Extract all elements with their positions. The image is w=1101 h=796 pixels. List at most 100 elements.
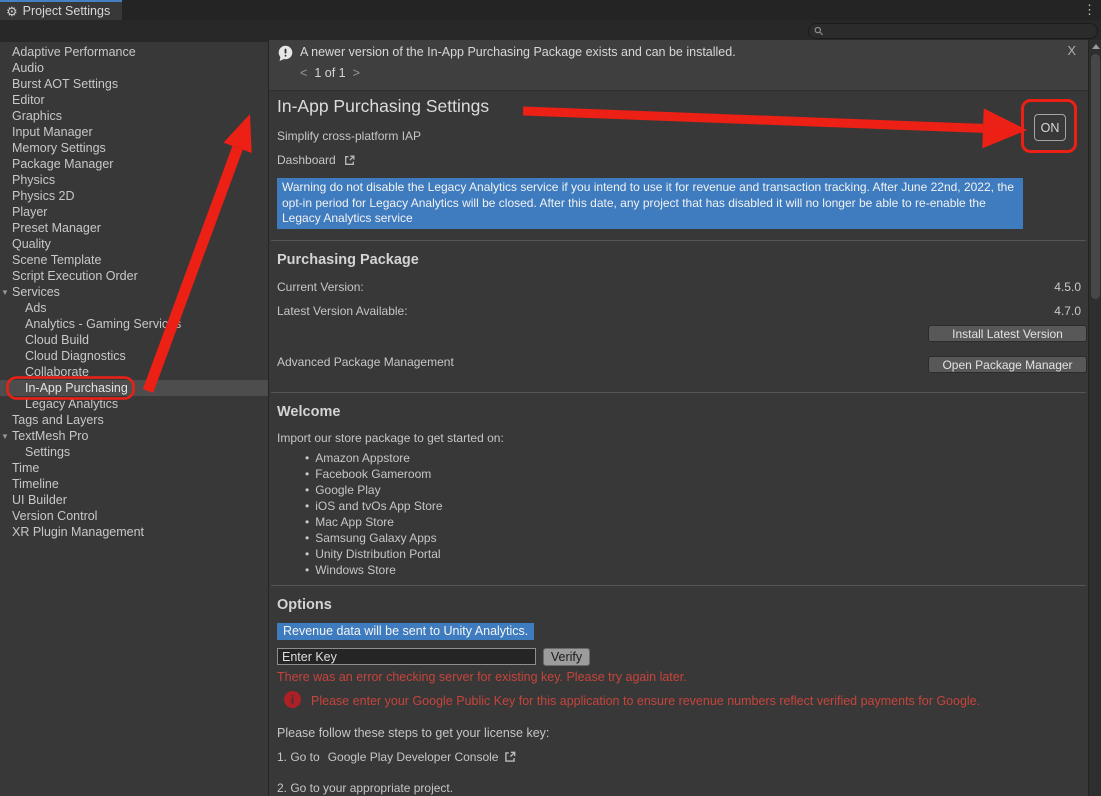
sidebar-item-time[interactable]: Time bbox=[0, 460, 268, 476]
bullet-icon: • bbox=[305, 451, 309, 465]
settings-content: In-App Purchasing Settings ON Simplify c… bbox=[269, 92, 1088, 796]
list-item: • Unity Distribution Portal bbox=[305, 546, 443, 562]
external-link-icon bbox=[343, 154, 356, 167]
bullet-icon: • bbox=[305, 547, 309, 561]
sidebar-item-audio[interactable]: Audio bbox=[0, 60, 268, 76]
service-subtitle: Simplify cross-platform IAP bbox=[277, 129, 421, 143]
pager-next-button[interactable]: > bbox=[353, 66, 360, 80]
list-item: • Samsung Galaxy Apps bbox=[305, 530, 443, 546]
sidebar-item-player[interactable]: Player bbox=[0, 204, 268, 220]
sidebar-item-script-execution-order[interactable]: Script Execution Order bbox=[0, 268, 268, 284]
list-item: • Amazon Appstore bbox=[305, 450, 443, 466]
sidebar-item-preset-manager[interactable]: Preset Manager bbox=[0, 220, 268, 236]
alert-bubble-icon bbox=[277, 45, 294, 62]
bullet-icon: • bbox=[305, 467, 309, 481]
sidebar-item-scene-template[interactable]: Scene Template bbox=[0, 252, 268, 268]
tab-bar: ⚙ Project Settings ⋮ bbox=[0, 0, 1101, 20]
gear-icon: ⚙ bbox=[6, 5, 18, 18]
options-heading: Options bbox=[277, 597, 332, 613]
notification-pager: < 1 of 1 > bbox=[300, 66, 360, 80]
step-1: 1. Go to Google Play Developer Console bbox=[277, 750, 517, 764]
bullet-icon: • bbox=[305, 563, 309, 577]
scrollbar-thumb[interactable] bbox=[1091, 54, 1100, 299]
legacy-analytics-warning: Warning do not disable the Legacy Analyt… bbox=[277, 178, 1023, 229]
list-item: • iOS and tvOs App Store bbox=[305, 498, 443, 514]
welcome-heading: Welcome bbox=[277, 404, 340, 420]
list-item: • Facebook Gameroom bbox=[305, 466, 443, 482]
sidebar-item-label: TextMesh Pro bbox=[12, 429, 88, 443]
scroll-up-arrow-icon[interactable] bbox=[1092, 44, 1100, 49]
dashboard-link-label: Dashboard bbox=[277, 153, 336, 167]
sidebar-item-in-app-purchasing[interactable]: In-App Purchasing bbox=[0, 380, 268, 396]
store-name: Unity Distribution Portal bbox=[315, 547, 440, 561]
chevron-down-icon[interactable]: ▼ bbox=[1, 429, 9, 445]
list-item: • Google Play bbox=[305, 482, 443, 498]
sidebar-item-legacy-analytics[interactable]: Legacy Analytics bbox=[0, 396, 268, 412]
vertical-scrollbar[interactable] bbox=[1088, 40, 1101, 796]
sidebar-item-analytics-gaming-services[interactable]: Analytics - Gaming Services bbox=[0, 316, 268, 332]
sidebar-item-physics[interactable]: Physics bbox=[0, 172, 268, 188]
search-field[interactable] bbox=[808, 23, 1098, 39]
install-latest-version-button[interactable]: Install Latest Version bbox=[928, 325, 1087, 342]
pager-label: 1 of 1 bbox=[314, 66, 345, 80]
external-link-icon bbox=[503, 750, 517, 764]
server-error-text: There was an error checking server for e… bbox=[277, 670, 687, 684]
sidebar-item-ui-builder[interactable]: UI Builder bbox=[0, 492, 268, 508]
store-name: Amazon Appstore bbox=[315, 451, 410, 465]
sidebar-item-version-control[interactable]: Version Control bbox=[0, 508, 268, 524]
store-name: Google Play bbox=[315, 483, 380, 497]
verify-button[interactable]: Verify bbox=[543, 648, 590, 666]
store-name: Windows Store bbox=[315, 563, 396, 577]
sidebar-item-textmeshpro-settings[interactable]: Settings bbox=[0, 444, 268, 460]
latest-version-value: 4.7.0 bbox=[1054, 304, 1081, 318]
close-icon[interactable]: X bbox=[1067, 43, 1076, 58]
service-on-toggle[interactable]: ON bbox=[1034, 114, 1066, 141]
section-divider bbox=[271, 240, 1086, 241]
google-key-warning-text: Please enter your Google Public Key for … bbox=[311, 694, 980, 708]
open-package-manager-button[interactable]: Open Package Manager bbox=[928, 356, 1087, 373]
sidebar-item-services[interactable]: ▼ Services bbox=[0, 284, 268, 300]
license-key-input[interactable] bbox=[277, 648, 536, 665]
tab-project-settings[interactable]: ⚙ Project Settings bbox=[0, 0, 122, 20]
list-item: •Mac App Store bbox=[305, 514, 443, 530]
sidebar-item-input-manager[interactable]: Input Manager bbox=[0, 124, 268, 140]
sidebar-item-graphics[interactable]: Graphics bbox=[0, 108, 268, 124]
sidebar-item-cloud-diagnostics[interactable]: Cloud Diagnostics bbox=[0, 348, 268, 364]
latest-version-label: Latest Version Available: bbox=[277, 304, 408, 318]
notification-bar: A newer version of the In-App Purchasing… bbox=[269, 40, 1088, 91]
chevron-down-icon[interactable]: ▼ bbox=[1, 285, 9, 301]
sidebar-item-memory-settings[interactable]: Memory Settings bbox=[0, 140, 268, 156]
bullet-icon: • bbox=[305, 483, 309, 497]
pager-prev-button[interactable]: < bbox=[300, 66, 307, 80]
sidebar-item-textmesh-pro[interactable]: ▼ TextMesh Pro bbox=[0, 428, 268, 444]
sidebar-item-xr-plugin-management[interactable]: XR Plugin Management bbox=[0, 524, 268, 540]
page-title: In-App Purchasing Settings bbox=[277, 96, 489, 117]
tab-label: Project Settings bbox=[23, 4, 111, 18]
sidebar-item-physics-2d[interactable]: Physics 2D bbox=[0, 188, 268, 204]
sidebar-item-quality[interactable]: Quality bbox=[0, 236, 268, 252]
sidebar-item-adaptive-performance[interactable]: Adaptive Performance bbox=[0, 44, 268, 60]
google-play-console-link[interactable]: Google Play Developer Console bbox=[328, 750, 499, 764]
search-input[interactable] bbox=[828, 25, 1097, 37]
sidebar-item-tags-and-layers[interactable]: Tags and Layers bbox=[0, 412, 268, 428]
sidebar-item-editor[interactable]: Editor bbox=[0, 92, 268, 108]
dashboard-link[interactable]: Dashboard bbox=[277, 153, 356, 167]
sidebar-item-ads[interactable]: Ads bbox=[0, 300, 268, 316]
sidebar-item-cloud-build[interactable]: Cloud Build bbox=[0, 332, 268, 348]
sidebar-item-timeline[interactable]: Timeline bbox=[0, 476, 268, 492]
purchasing-package-heading: Purchasing Package bbox=[277, 252, 419, 268]
store-name: Samsung Galaxy Apps bbox=[315, 531, 436, 545]
advanced-package-management-label: Advanced Package Management bbox=[277, 355, 454, 369]
section-divider bbox=[271, 392, 1086, 393]
bullet-icon: • bbox=[305, 499, 309, 513]
store-name: iOS and tvOs App Store bbox=[315, 499, 442, 513]
store-name: Facebook Gameroom bbox=[315, 467, 431, 481]
bullet-icon: • bbox=[305, 531, 309, 545]
sidebar-item-burst-aot-settings[interactable]: Burst AOT Settings bbox=[0, 76, 268, 92]
project-settings-window: ⚙ Project Settings ⋮ Adaptive Performanc… bbox=[0, 0, 1101, 796]
kebab-menu-icon[interactable]: ⋮ bbox=[1083, 2, 1096, 18]
section-divider bbox=[271, 585, 1086, 586]
error-info-icon: i bbox=[284, 691, 301, 708]
sidebar-item-collaborate[interactable]: Collaborate bbox=[0, 364, 268, 380]
sidebar-item-package-manager[interactable]: Package Manager bbox=[0, 156, 268, 172]
